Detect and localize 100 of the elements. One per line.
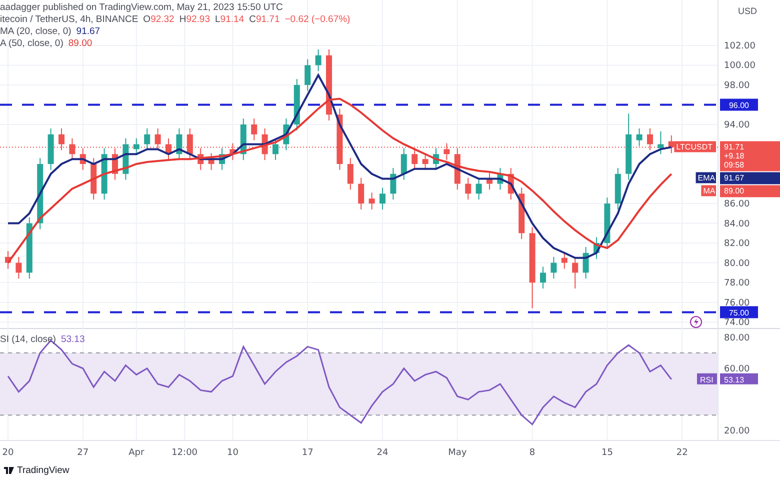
candlestick — [497, 167, 504, 190]
indicator-name: MA (20, close, 0) — [0, 26, 72, 37]
candlestick — [176, 128, 182, 161]
candlestick — [508, 167, 514, 200]
candlestick — [48, 128, 54, 170]
candlestick — [390, 167, 396, 200]
candlestick — [368, 192, 375, 210]
symbol-title: itecoin / TetherUS, 4h, BINANCE — [0, 14, 138, 25]
candlestick — [540, 266, 546, 289]
candlestick — [133, 138, 140, 156]
logo-icon — [4, 467, 14, 474]
candlestick — [647, 128, 653, 151]
candlestick — [582, 246, 589, 280]
level-tag: 96.00 — [720, 98, 758, 111]
candlestick — [347, 158, 354, 190]
candlestick — [262, 128, 268, 161]
candlestick — [198, 148, 204, 170]
ohlc-value: O92.32 — [143, 14, 174, 25]
date-label: 15 — [601, 448, 613, 458]
ref-line-label: 96.00 — [728, 101, 750, 110]
candlestick — [294, 78, 300, 131]
price-tick: 102.00 — [724, 41, 756, 52]
candlestick — [154, 128, 161, 151]
candlestick — [550, 256, 557, 280]
candlestick — [304, 58, 311, 92]
candlestick — [101, 148, 108, 200]
date-label: 12:00 — [172, 448, 198, 458]
candlestick — [604, 197, 610, 250]
candlestick — [561, 251, 568, 270]
price-tick: 80.00 — [724, 258, 750, 269]
currency-label: USD — [738, 6, 758, 16]
date-label: 20 — [2, 448, 14, 458]
candlestick — [208, 152, 214, 170]
indicator-value: 53.13 — [60, 334, 85, 345]
price-tick: 84.00 — [724, 219, 750, 230]
candlestick — [251, 118, 258, 141]
ref-line-label: 75.00 — [728, 308, 750, 318]
candlestick — [80, 148, 86, 170]
candlestick — [412, 148, 418, 170]
level-tag: 75.00 — [720, 306, 758, 318]
candlestick — [668, 134, 674, 154]
indicator-name: SI (14, close) — [0, 334, 56, 345]
candlestick — [26, 216, 32, 280]
price-tick: 86.00 — [724, 200, 750, 210]
candlestick — [658, 130, 664, 155]
candlestick — [400, 148, 407, 180]
candlestick — [626, 113, 632, 180]
candlestick — [614, 167, 621, 210]
candlestick — [594, 236, 600, 260]
indicator-value: 89.00 — [68, 38, 92, 49]
date-label: 27 — [77, 448, 89, 458]
candlestick — [572, 256, 578, 289]
candlestick — [433, 148, 439, 170]
candlestick — [5, 250, 11, 270]
price-tick: 100.00 — [724, 61, 756, 72]
date-label: 17 — [302, 448, 314, 458]
candlestick — [518, 187, 525, 240]
candlestick — [219, 148, 225, 170]
ohlc-value: C91.71 — [249, 14, 280, 25]
candlestick — [315, 48, 322, 72]
rsi-tick: 20.00 — [724, 426, 750, 437]
candlestick — [422, 152, 428, 170]
candlestick — [69, 138, 76, 161]
publisher-text: aadagger published on TradingView.com, May 21, 2023 15:50 UTC — [0, 2, 284, 13]
ohlc-value: H92.93 — [179, 14, 210, 25]
candlestick — [272, 138, 278, 161]
date-label: 8 — [529, 448, 536, 458]
candlestick — [465, 177, 472, 200]
candlestick — [144, 128, 150, 151]
price-tick: 82.00 — [724, 239, 750, 250]
candlestick — [166, 138, 172, 161]
candlestick — [444, 142, 450, 161]
candlestick — [358, 177, 364, 210]
candlestick — [486, 172, 492, 190]
indicator-name: A (50, close, 0) — [0, 38, 64, 49]
indicator-value: 91.67 — [76, 26, 100, 37]
candlestick — [636, 128, 642, 147]
date-label: 10 — [226, 448, 238, 458]
candlestick — [336, 108, 343, 170]
candlestick — [58, 128, 64, 151]
date-label: 24 — [376, 448, 388, 458]
lightning-icon — [690, 316, 702, 328]
rsi-tick: 80.00 — [724, 333, 750, 344]
candlestick — [454, 148, 460, 190]
candlestick — [90, 158, 97, 200]
candlestick — [186, 128, 193, 161]
date-label: May — [448, 448, 467, 458]
candlestick — [16, 256, 22, 280]
price-tick: 76.00 — [724, 298, 750, 308]
price-tick: 98.00 — [724, 80, 750, 91]
candlestick — [380, 187, 386, 210]
candlestick — [283, 118, 290, 151]
price-tick: 94.00 — [724, 120, 750, 130]
price-tick: 74.00 — [724, 318, 750, 328]
candlestick — [230, 142, 236, 161]
candlestick — [476, 177, 482, 200]
ohlc-value: L91.14 — [215, 14, 244, 25]
price-tick: 78.00 — [724, 278, 750, 289]
candlestick — [112, 148, 118, 180]
brand-name: TradingView — [17, 465, 70, 476]
